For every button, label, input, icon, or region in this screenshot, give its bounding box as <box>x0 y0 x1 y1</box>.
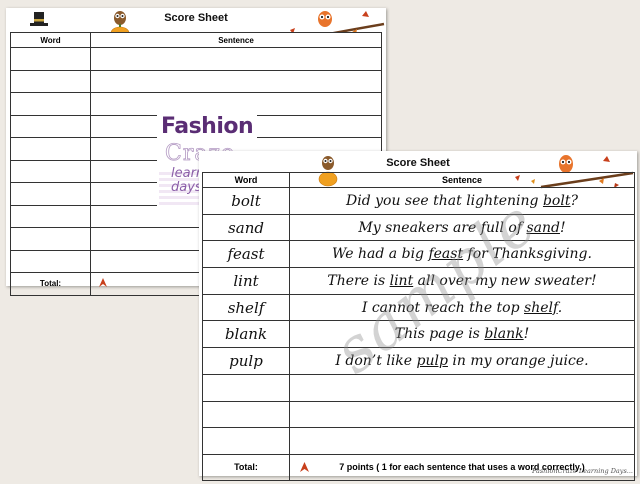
word-cell: bolt <box>202 187 290 215</box>
table-row: bolt Did you see that lightening bolt? <box>202 187 635 215</box>
word-cell <box>10 92 91 116</box>
table-row: blank This page is blank! <box>202 320 635 349</box>
word-cell <box>10 47 91 71</box>
word-cell: blank <box>202 320 290 349</box>
table-row <box>10 69 382 93</box>
sentence-text: ? <box>570 192 578 209</box>
word-cell: pulp <box>202 347 290 375</box>
sentence-text: I cannot reach the top <box>361 299 525 316</box>
sentence-text: There is <box>327 272 390 289</box>
word-cell <box>202 427 290 455</box>
front-score-sheet: Score Sheet Word Sentence bolt Did you se… <box>199 151 637 481</box>
sentence-cell: Did you see that lightening bolt? <box>289 187 635 215</box>
word-cell <box>10 249 91 273</box>
table-row <box>10 47 382 71</box>
sentence-cell: There is lint all over my new sweater! <box>289 267 635 295</box>
word-cell <box>10 204 91 228</box>
sentence-cell: We had a big feast for Thanksgiving. <box>289 240 635 269</box>
sentence-text: My sneakers are full of <box>358 219 527 236</box>
table-row: lint There is lint all over my new sweate… <box>202 267 635 295</box>
word-column-header: Word <box>10 32 91 48</box>
credit-text: FashionCraze Learning Days... <box>531 467 633 475</box>
word-cell <box>202 400 290 429</box>
leaf-icon <box>300 461 309 472</box>
spelling-word-underlined: sand <box>526 219 560 236</box>
table-row: pulp I don’t like pulp in my orange juice… <box>202 347 635 375</box>
total-label: Total: <box>10 272 91 296</box>
front-score-table: Word Sentence bolt Did you see that light… <box>202 172 635 481</box>
table-row: feast We had a big feast for Thanksgiving… <box>202 240 635 269</box>
sentence-text: I don’t like <box>335 352 417 369</box>
spelling-word-underlined: lint <box>389 272 414 289</box>
sentence-cell <box>90 47 382 71</box>
sentence-cell: This page is blank! <box>289 320 635 349</box>
table-row <box>202 373 635 402</box>
leaf-icon <box>99 278 107 287</box>
table-row <box>202 400 635 429</box>
word-cell: feast <box>202 240 290 269</box>
sentence-text: all over my new sweater! <box>413 272 597 289</box>
word-cell <box>10 182 91 206</box>
spelling-word-underlined: shelf <box>524 299 558 316</box>
table-row <box>202 427 635 455</box>
sentence-text: ! <box>559 219 566 236</box>
word-cell <box>10 137 91 161</box>
word-cell <box>10 69 91 93</box>
sentence-cell: My sneakers are full of sand! <box>289 213 635 242</box>
sentence-column-header: Sentence <box>90 32 382 48</box>
sentence-cell <box>90 69 382 93</box>
table-row: sand My sneakers are full of sand! <box>202 213 635 242</box>
sentence-text: Did you see that lightening <box>346 192 543 209</box>
word-cell: lint <box>202 267 290 295</box>
sentence-cell: I cannot reach the top shelf. <box>289 293 635 322</box>
word-cell: sand <box>202 213 290 242</box>
sentence-cell: I don’t like pulp in my orange juice. <box>289 347 635 375</box>
total-label: Total: <box>202 453 290 481</box>
word-cell <box>10 227 91 251</box>
sentence-text: We had a big <box>332 246 429 263</box>
spelling-word-underlined: pulp <box>416 352 448 369</box>
word-column-header: Word <box>202 172 290 188</box>
sentence-text: ! <box>523 326 530 343</box>
spelling-word-underlined: blank <box>484 326 524 343</box>
sentence-text: for Thanksgiving. <box>463 246 592 263</box>
spelling-word-underlined: feast <box>428 246 464 263</box>
logo-line-1: Fashion <box>161 114 254 139</box>
sentence-text: in my orange juice. <box>447 352 589 369</box>
sentence-cell <box>289 427 635 455</box>
sentence-cell <box>289 373 635 402</box>
word-cell <box>202 373 290 402</box>
spelling-word-underlined: bolt <box>542 192 571 209</box>
word-cell <box>10 114 91 138</box>
sentence-cell <box>289 400 635 429</box>
table-row: shelf I cannot reach the top shelf. <box>202 293 635 322</box>
word-cell: shelf <box>202 293 290 322</box>
sentence-text: This page is <box>394 326 485 343</box>
word-cell <box>10 159 91 183</box>
sentence-text: . <box>557 299 563 316</box>
sentence-column-header: Sentence <box>289 172 635 188</box>
